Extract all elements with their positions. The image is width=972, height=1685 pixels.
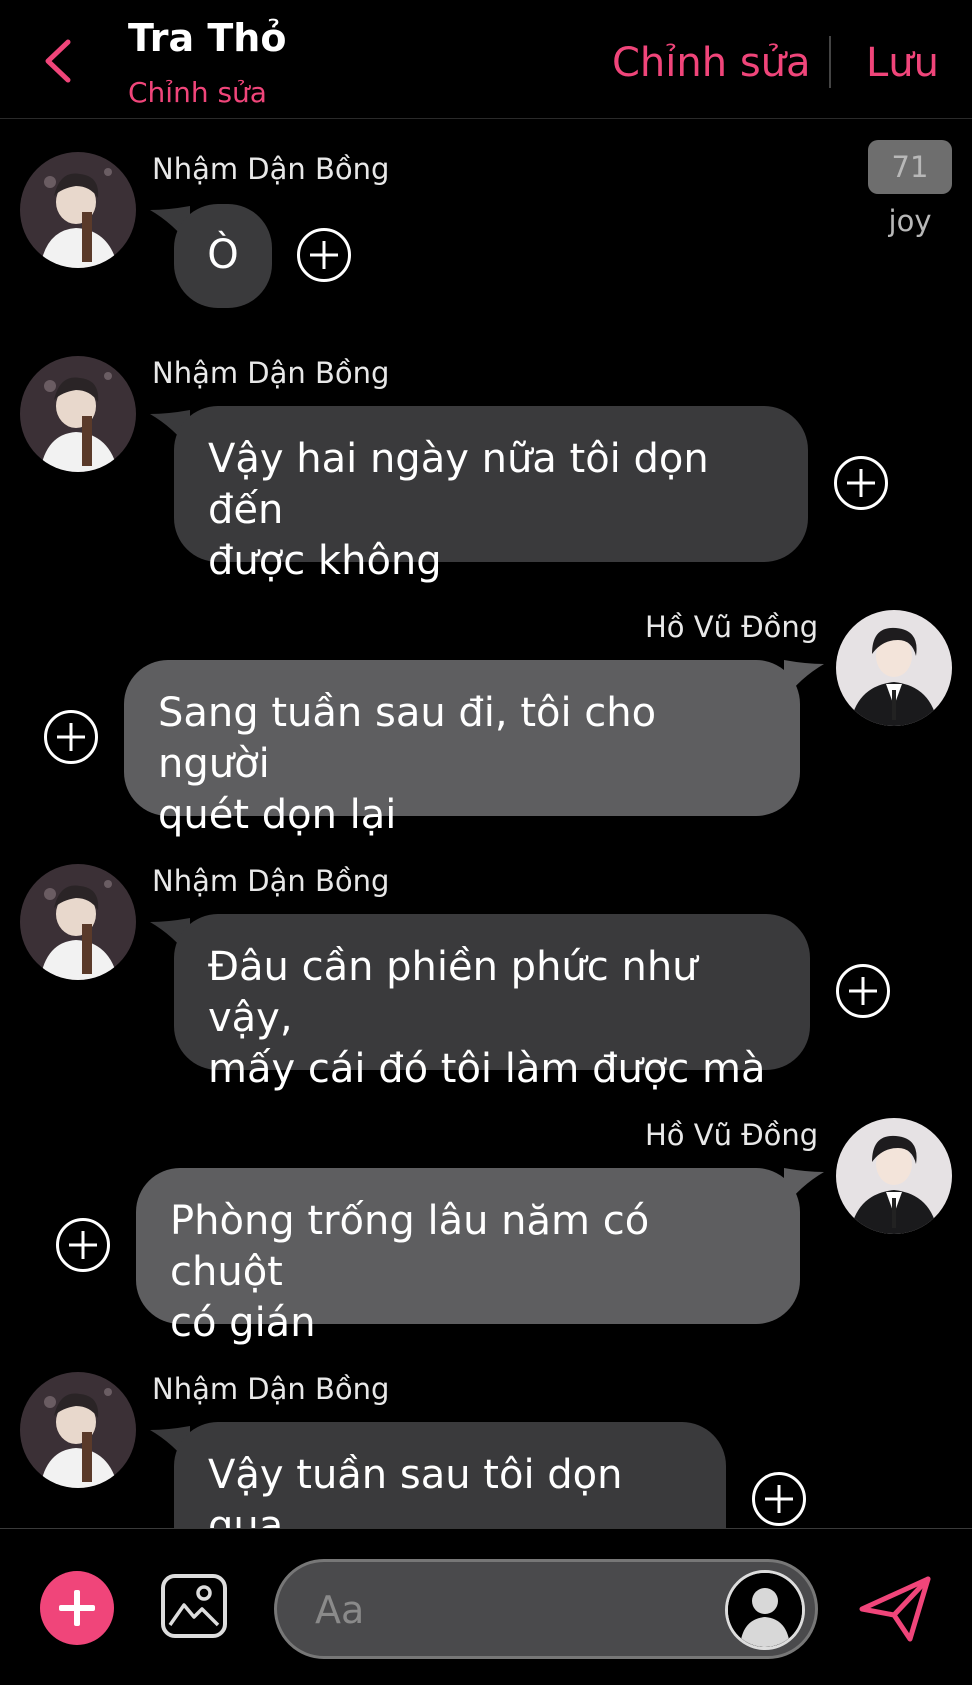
- sender-name: Hồ Vũ Đồng: [645, 610, 819, 644]
- message-input[interactable]: [313, 1580, 697, 1640]
- header-divider: [829, 36, 831, 88]
- composer-bar: [0, 1528, 972, 1685]
- add-icon[interactable]: [40, 1571, 114, 1645]
- message-bubble[interactable]: Sang tuần sau đi, tôi cho người quét dọn…: [124, 660, 800, 838]
- avatar-ho-vu-dong[interactable]: [836, 610, 952, 726]
- avatar-ho-vu-dong[interactable]: [836, 1118, 952, 1234]
- add-reaction-icon[interactable]: [752, 1472, 806, 1526]
- avatar-nham-dan-bong[interactable]: [20, 1372, 136, 1488]
- watermark-badge: 71 joy: [868, 140, 952, 238]
- sender-name: Nhậm Dận Bồng: [152, 356, 390, 390]
- user-avatar-icon[interactable]: [725, 1570, 805, 1650]
- send-icon[interactable]: [858, 1575, 932, 1643]
- chat-header: Tra Thỏ Chỉnh sửa Chỉnh sửa Lưu: [0, 0, 972, 119]
- add-reaction-icon[interactable]: [834, 456, 888, 510]
- chat-subtitle[interactable]: Chỉnh sửa: [128, 76, 267, 109]
- message-bubble[interactable]: Vậy hai ngày nữa tôi dọn đến được không: [174, 406, 808, 584]
- sender-name: Nhậm Dận Bồng: [152, 864, 390, 898]
- message-bubble[interactable]: Ò: [174, 204, 272, 308]
- edit-button[interactable]: Chỉnh sửa: [612, 40, 811, 86]
- save-button[interactable]: Lưu: [866, 40, 939, 86]
- sender-name: Hồ Vũ Đồng: [645, 1118, 819, 1152]
- add-reaction-icon[interactable]: [836, 964, 890, 1018]
- message-input-wrapper: [274, 1559, 818, 1659]
- message-bubble[interactable]: Đâu cần phiền phức như vậy, mấy cái đó t…: [174, 914, 810, 1092]
- back-chevron-icon[interactable]: [38, 36, 78, 86]
- sender-name: Nhậm Dận Bồng: [152, 152, 390, 186]
- image-icon[interactable]: [160, 1573, 228, 1639]
- avatar-nham-dan-bong[interactable]: [20, 152, 136, 268]
- sender-name: Nhậm Dận Bồng: [152, 1372, 390, 1406]
- chat-title: Tra Thỏ: [128, 16, 287, 60]
- message-bubble[interactable]: Phòng trống lâu năm có chuột có gián: [136, 1168, 800, 1346]
- add-reaction-icon[interactable]: [44, 710, 98, 764]
- add-reaction-icon[interactable]: [297, 228, 351, 282]
- add-reaction-icon[interactable]: [56, 1218, 110, 1272]
- avatar-nham-dan-bong[interactable]: [20, 356, 136, 472]
- avatar-nham-dan-bong[interactable]: [20, 864, 136, 980]
